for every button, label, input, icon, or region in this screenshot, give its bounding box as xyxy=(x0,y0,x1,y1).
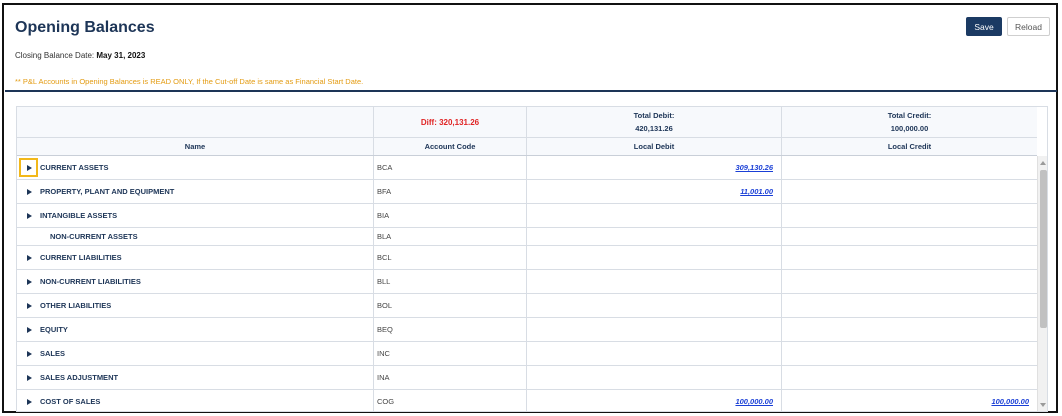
table-row[interactable]: PROPERTY, PLANT AND EQUIPMENT BFA 11,001… xyxy=(17,180,1037,204)
expand-caret-icon[interactable] xyxy=(27,326,32,333)
column-header-local-debit[interactable]: Local Debit xyxy=(527,138,782,155)
column-header-local-credit[interactable]: Local Credit xyxy=(782,138,1037,155)
expand-caret-icon[interactable] xyxy=(27,374,32,381)
expand-caret-icon[interactable] xyxy=(27,254,32,261)
account-name: CURRENT ASSETS xyxy=(40,163,109,172)
readonly-notice: ** P&L Accounts in Opening Balances is R… xyxy=(15,77,364,86)
account-code: BEQ xyxy=(374,318,527,341)
account-name: SALES ADJUSTMENT xyxy=(40,373,119,382)
account-name: COST OF SALES xyxy=(40,397,101,406)
account-name: NON-CURRENT ASSETS xyxy=(17,228,374,245)
account-code: BCL xyxy=(374,246,527,269)
total-credit-value: 100,000.00 xyxy=(890,124,929,133)
table-row[interactable]: NON-CURRENT ASSETS BLA xyxy=(17,228,1037,246)
table-body: CURRENT ASSETS BCA 309,130.26 PROPERTY, … xyxy=(17,156,1037,411)
save-button[interactable]: Save xyxy=(966,17,1002,36)
page-title: Opening Balances xyxy=(15,19,155,36)
page-frame: Opening Balances Closing Balance Date: M… xyxy=(2,3,1058,413)
expand-caret-icon[interactable] xyxy=(27,350,32,357)
account-name: CURRENT LIABILITIES xyxy=(40,253,122,262)
account-code: BFA xyxy=(374,180,527,203)
diff-value: Diff: 320,131.26 xyxy=(374,107,527,137)
local-debit-link[interactable]: 309,130.26 xyxy=(735,163,773,172)
account-code: BOL xyxy=(374,294,527,317)
account-code: BCA xyxy=(374,156,527,179)
total-debit-value: 420,131.26 xyxy=(635,124,673,133)
expand-caret-icon[interactable] xyxy=(27,212,32,219)
vertical-scrollbar[interactable] xyxy=(1037,156,1047,411)
total-credit: Total Credit: 100,000.00 xyxy=(782,107,1037,137)
table-row[interactable]: SALES ADJUSTMENT INA xyxy=(17,366,1037,390)
local-debit-link[interactable]: 100,000.00 xyxy=(735,397,773,406)
account-name: SALES xyxy=(40,349,66,358)
expand-caret-icon[interactable] xyxy=(27,164,32,171)
scroll-up-arrow-icon[interactable] xyxy=(1040,161,1046,165)
account-code: COG xyxy=(374,390,527,411)
summary-empty-cell xyxy=(17,107,374,137)
column-header-account-code[interactable]: Account Code xyxy=(374,138,527,155)
total-credit-label: Total Credit: xyxy=(887,111,932,120)
closing-balance-date: Closing Balance Date: May 31, 2023 xyxy=(15,51,145,60)
account-code: BLL xyxy=(374,270,527,293)
closing-date-label: Closing Balance Date: xyxy=(15,51,95,60)
account-name: NON-CURRENT LIABILITIES xyxy=(40,277,141,286)
table-row[interactable]: CURRENT ASSETS BCA 309,130.26 xyxy=(17,156,1037,180)
account-name: EQUITY xyxy=(40,325,68,334)
scroll-down-arrow-icon[interactable] xyxy=(1040,403,1046,407)
opening-balances-grid: Diff: 320,131.26 Total Debit: 420,131.26… xyxy=(16,106,1048,412)
table-row[interactable]: NON-CURRENT LIABILITIES BLL xyxy=(17,270,1037,294)
account-code: INA xyxy=(374,366,527,389)
account-code: BLA xyxy=(374,228,527,245)
account-name: OTHER LIABILITIES xyxy=(40,301,112,310)
account-code: BIA xyxy=(374,204,527,227)
table-row[interactable]: OTHER LIABILITIES BOL xyxy=(17,294,1037,318)
reload-button[interactable]: Reload xyxy=(1007,17,1050,36)
table-row[interactable]: SALES INC xyxy=(17,342,1037,366)
table-row[interactable]: COST OF SALES COG 100,000.00 100,000.00 xyxy=(17,390,1037,411)
table-row[interactable]: INTANGIBLE ASSETS BIA xyxy=(17,204,1037,228)
table-row[interactable]: CURRENT LIABILITIES BCL xyxy=(17,246,1037,270)
expand-caret-icon[interactable] xyxy=(27,188,32,195)
local-debit-link[interactable]: 11,001.00 xyxy=(740,187,773,196)
local-credit-link[interactable]: 100,000.00 xyxy=(991,397,1029,406)
table-row[interactable]: EQUITY BEQ xyxy=(17,318,1037,342)
closing-date-value: May 31, 2023 xyxy=(96,51,146,60)
account-name: INTANGIBLE ASSETS xyxy=(40,211,118,220)
expand-caret-icon[interactable] xyxy=(27,398,32,405)
summary-row: Diff: 320,131.26 Total Debit: 420,131.26… xyxy=(17,107,1037,138)
account-name: PROPERTY, PLANT AND EQUIPMENT xyxy=(40,187,175,196)
account-code: INC xyxy=(374,342,527,365)
column-header-row: Name Account Code Local Debit Local Cred… xyxy=(17,138,1037,156)
expand-caret-icon[interactable] xyxy=(27,278,32,285)
header-divider xyxy=(5,90,1057,92)
total-debit-label: Total Debit: xyxy=(633,111,675,120)
expand-caret-icon[interactable] xyxy=(27,302,32,309)
column-header-name[interactable]: Name xyxy=(17,138,374,155)
total-debit: Total Debit: 420,131.26 xyxy=(527,107,782,137)
scrollbar-thumb[interactable] xyxy=(1040,170,1047,328)
